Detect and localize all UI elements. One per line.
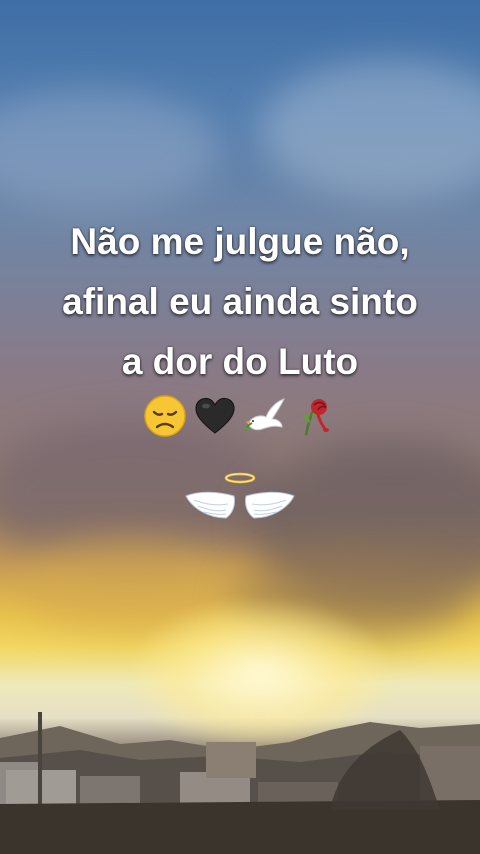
caption-line-2: afinal eu ainda sinto — [62, 281, 418, 322]
dove-icon — [244, 398, 285, 432]
cloud — [260, 60, 480, 200]
angel-wings-icon — [185, 491, 295, 519]
halo-icon — [224, 472, 256, 484]
halo-wings-decoration — [185, 472, 295, 519]
disappointed-face-icon — [144, 395, 186, 437]
caption-line-3: a dor do Luto — [121, 341, 359, 382]
wilted-rose-icon — [302, 399, 329, 436]
landscape — [0, 712, 480, 854]
black-heart-icon — [195, 397, 235, 434]
caption-line-1: Não me julgue não, — [70, 221, 410, 262]
cloud — [0, 90, 220, 210]
emoji-row — [0, 392, 480, 440]
caption-text: Não me julgue não, afinal eu ainda sinto… — [0, 212, 480, 392]
